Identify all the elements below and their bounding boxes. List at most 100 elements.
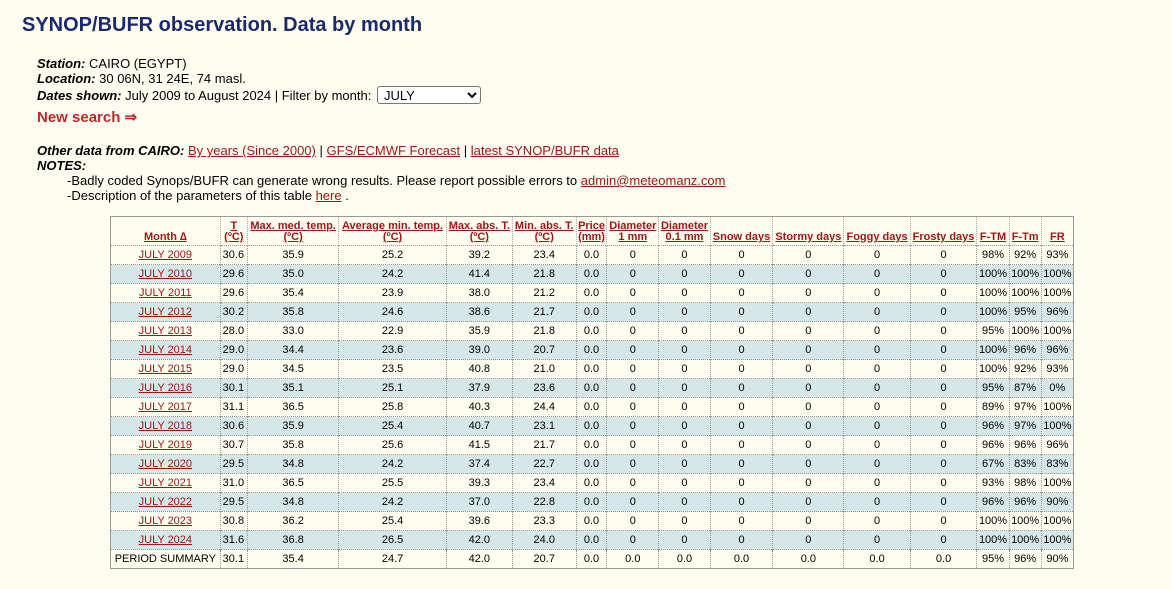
month-link[interactable]: JULY 2013 [139,325,192,337]
table-cell-min-abs-t: 23.4 [511,245,577,265]
table-cell-f-tm-upper: 95% [976,321,1010,341]
table-cell-f-tm-upper: 67% [976,454,1010,474]
column-header-month[interactable]: Month ∆ [110,216,221,246]
latest-synop-link[interactable]: latest SYNOP/BUFR data [471,143,619,158]
column-header-f-tm-lower[interactable]: F-Tm [1008,216,1042,246]
table-cell-f-tm-upper: 96% [976,435,1010,455]
by-years-link[interactable]: By years (Since 2000) [188,143,316,158]
table-cell-frosty-days: 0.0 [909,549,977,569]
table-cell-max-abs-t: 38.0 [445,283,513,303]
column-header-min-abs-t[interactable]: Min. abs. T. (ºC) [511,216,577,246]
month-link[interactable]: JULY 2019 [139,439,192,451]
column-header-foggy-days[interactable]: Foggy days [843,216,911,246]
table-cell-snow-days: 0 [709,530,773,550]
table-cell-price: 0.0 [575,302,607,322]
column-header-diameter-01mm[interactable]: Diameter 0.1 mm [658,216,711,246]
email-link[interactable]: admin@meteomanz.com [581,173,726,188]
table-cell-diameter-01mm: 0 [658,378,711,398]
table-cell-snow-days: 0 [709,397,773,417]
table-cell-foggy-days: 0 [843,492,911,512]
column-header-avg-min-temp[interactable]: Average min. temp. (ºC) [338,216,447,246]
table-cell-price: 0.0 [575,454,607,474]
station-value: CAIRO (EGYPT) [89,56,187,71]
table-cell-snow-days: 0 [709,245,773,265]
table-cell-min-abs-t: 22.7 [511,454,577,474]
table-cell-foggy-days: 0 [843,245,911,265]
table-cell-frosty-days: 0 [909,530,977,550]
month-filter-select[interactable]: JULY [376,86,481,104]
table-cell-diameter-1mm: 0 [606,492,659,512]
table-cell-diameter-01mm: 0 [658,416,711,436]
table-cell-avg-min-temp: 25.4 [338,416,447,436]
month-link[interactable]: JULY 2023 [139,515,192,527]
table-cell-diameter-01mm: 0 [658,264,711,284]
table-cell-f-tm-upper: 100% [976,340,1010,360]
table-cell-price: 0.0 [575,492,607,512]
table-cell-snow-days: 0 [709,264,773,284]
month-link[interactable]: JULY 2010 [139,268,192,280]
table-cell-diameter-01mm: 0 [658,511,711,531]
month-link[interactable]: JULY 2020 [139,458,192,470]
column-header-frosty-days[interactable]: Frosty days [909,216,977,246]
column-header-max-abs-t[interactable]: Max. abs. T. (ºC) [445,216,513,246]
here-link[interactable]: here [316,188,342,203]
table-cell-max-abs-t: 38.6 [445,302,513,322]
location-value: 30 06N, 31 24E, 74 masl. [99,71,246,86]
table-cell-f-tm-lower: 100% [1008,321,1042,341]
month-link[interactable]: JULY 2021 [139,477,192,489]
table-cell-stormy-days: 0 [772,454,844,474]
table-cell-min-abs-t: 24.4 [511,397,577,417]
table-cell-snow-days: 0 [709,359,773,379]
month-link[interactable]: JULY 2022 [139,496,192,508]
table-cell-max-abs-t: 35.9 [445,321,513,341]
table-row: JULY 2012 30.2 35.8 24.6 38.6 21.7 0.0 0 0 0 0 0 0 10… [110,302,1074,322]
new-search-link[interactable]: New search ⇒ [37,108,137,126]
table-cell-month: JULY 2013 [110,321,221,341]
table-cell-snow-days: 0 [709,473,773,493]
column-header-snow-days[interactable]: Snow days [709,216,773,246]
column-header-t[interactable]: T (ºC) [219,216,248,246]
column-header-price[interactable]: Price (mm) [575,216,607,246]
month-link[interactable]: JULY 2009 [139,249,192,261]
table-row: JULY 2011 29.6 35.4 23.9 38.0 21.2 0.0 0 0 0 0 0 0 10… [110,283,1074,303]
table-cell-f-tm-upper: 95% [976,549,1010,569]
table-cell-max-abs-t: 39.6 [445,511,513,531]
month-link[interactable]: JULY 2014 [139,344,192,356]
table-cell-diameter-01mm: 0 [658,340,711,360]
month-link[interactable]: JULY 2024 [139,534,192,546]
table-cell-min-abs-t: 20.7 [511,549,577,569]
column-header-fr[interactable]: FR [1040,216,1074,246]
month-link[interactable]: JULY 2017 [139,401,192,413]
table-cell-diameter-01mm: 0 [658,397,711,417]
table-cell-max-med-temp: 34.4 [246,340,339,360]
table-cell-avg-min-temp: 25.1 [338,378,447,398]
month-link[interactable]: JULY 2015 [139,363,192,375]
table-cell-f-tm-lower: 100% [1008,530,1042,550]
separator: | [463,143,468,158]
table-cell-stormy-days: 0 [772,492,844,512]
table-cell-snow-days: 0 [709,321,773,341]
table-cell-frosty-days: 0 [909,416,977,436]
table-cell-frosty-days: 0 [909,435,977,455]
month-link[interactable]: JULY 2018 [139,420,192,432]
table-cell-max-med-temp: 34.5 [246,359,339,379]
month-link[interactable]: JULY 2011 [139,287,192,299]
forecast-link[interactable]: GFS/ECMWF Forecast [327,143,461,158]
column-header-stormy-days[interactable]: Stormy days [772,216,844,246]
month-link[interactable]: JULY 2012 [139,306,192,318]
separator: | [319,143,323,158]
column-header-f-tm-upper[interactable]: F-TM [976,216,1010,246]
month-link[interactable]: JULY 2016 [139,382,192,394]
table-cell-avg-min-temp: 24.2 [338,264,447,284]
column-header-diameter-1mm[interactable]: Diameter 1 mm [606,216,659,246]
table-cell-snow-days: 0 [709,302,773,322]
table-cell-diameter-1mm: 0 [606,530,659,550]
table-cell-max-abs-t: 41.5 [445,435,513,455]
column-header-max-med-temp[interactable]: Max. med. temp. (ºC) [246,216,339,246]
table-cell-max-med-temp: 36.2 [246,511,339,531]
table-row: JULY 2016 30.1 35.1 25.1 37.9 23.6 0.0 0 0 0 0 0 0 95… [110,378,1074,398]
table-cell-t: 30.1 [219,378,248,398]
table-cell-diameter-1mm: 0 [606,435,659,455]
table-cell-foggy-days: 0 [843,416,911,436]
table-cell-f-tm-upper: 96% [976,492,1010,512]
